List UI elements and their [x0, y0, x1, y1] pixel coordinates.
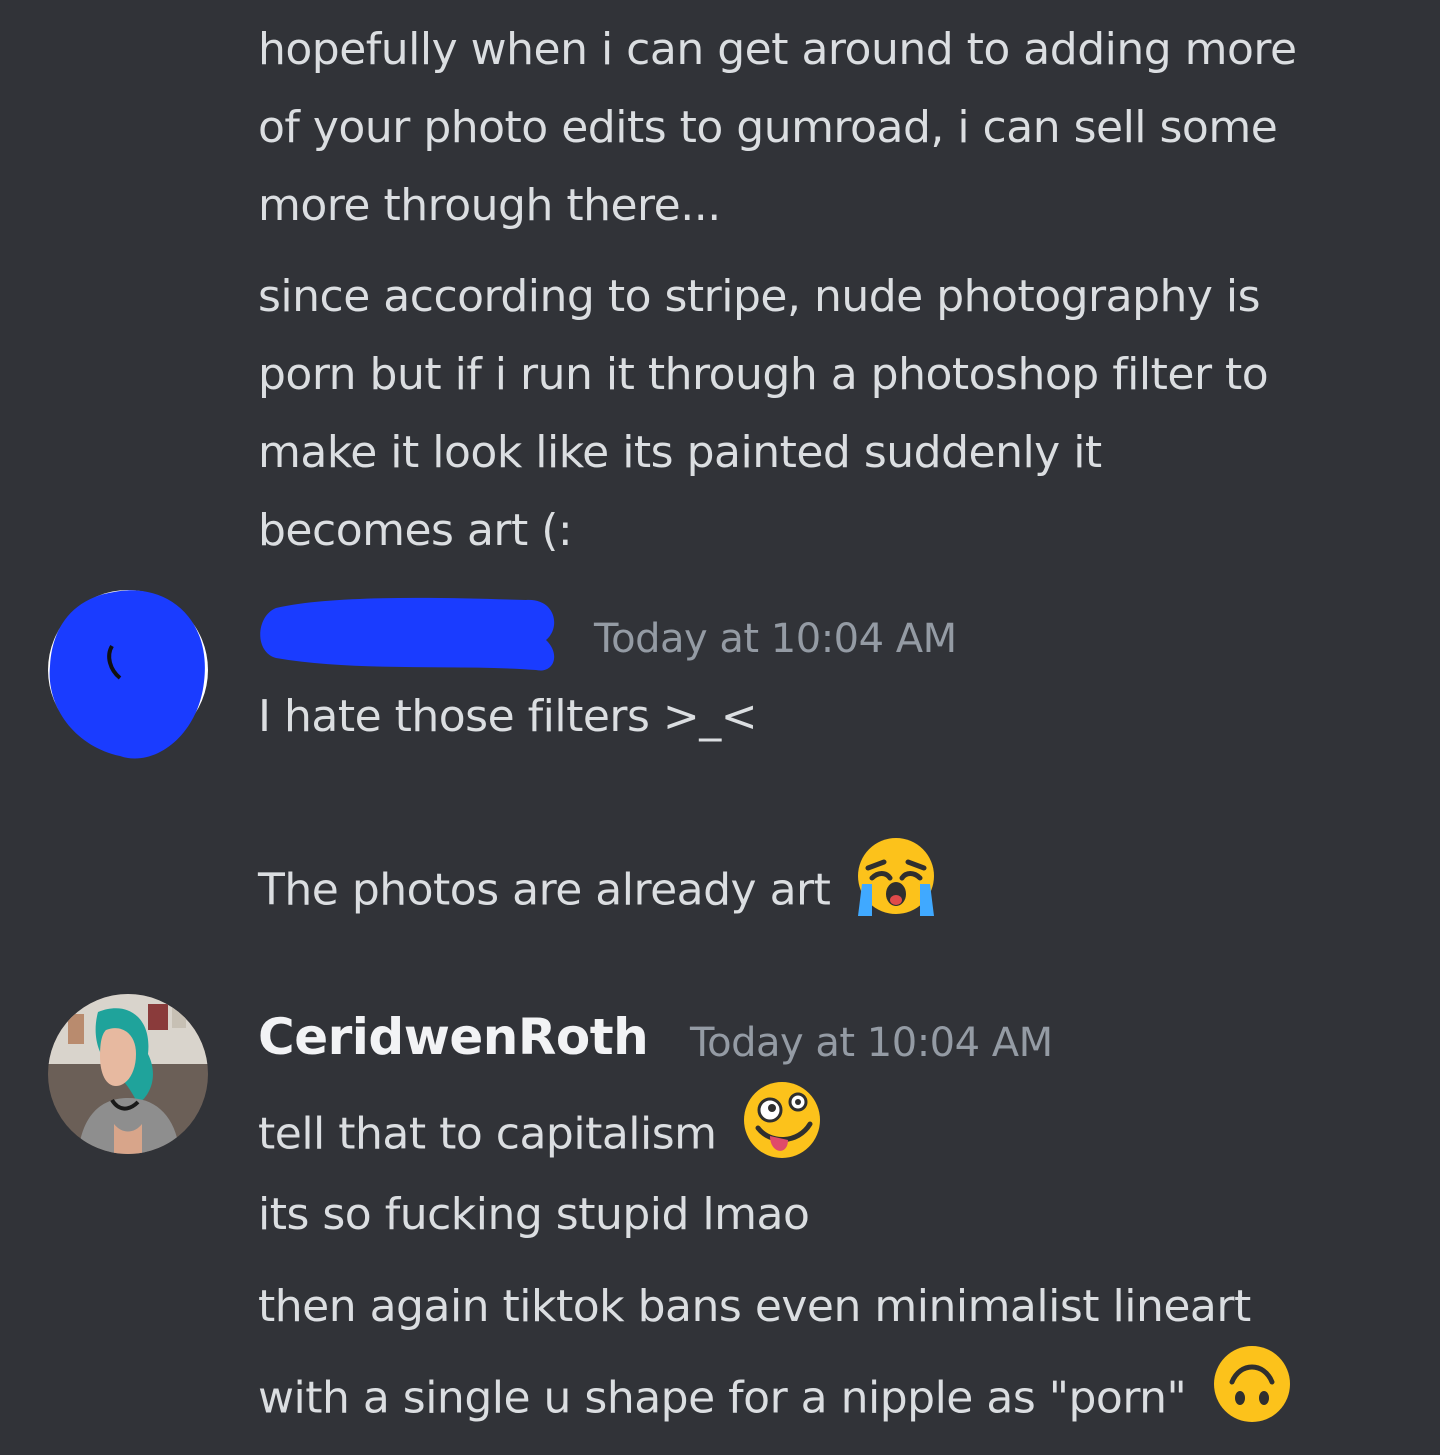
message-text: The photos are already art [258, 838, 938, 947]
message-text: with a single u shape for a nipple as "p… [258, 1346, 1294, 1455]
message-text-content: with a single u shape for a nipple as "p… [258, 1372, 1187, 1424]
message-text: since according to stripe, nude photogra… [258, 271, 1261, 322]
message-timestamp: Today at 10:04 AM [594, 616, 957, 662]
message-text: tell that to capitalism [258, 1082, 824, 1191]
message-text: its so fucking stupid lmao [258, 1189, 810, 1240]
message-text: becomes art (: [258, 505, 573, 556]
username-redacted[interactable] [256, 588, 566, 678]
avatar[interactable] [48, 994, 208, 1154]
avatar-redacted[interactable] [48, 590, 208, 759]
message-text: I hate those filters >_< [258, 691, 758, 742]
upside-down-face-emoji [1210, 1342, 1294, 1451]
message-text: make it look like its painted suddenly i… [258, 427, 1102, 478]
message-text: porn but if i run it through a photoshop… [258, 349, 1269, 400]
message-text: more through there... [258, 180, 721, 231]
message-timestamp: Today at 10:04 AM [690, 1020, 1053, 1066]
message-text: of your photo edits to gumroad, i can se… [258, 102, 1278, 153]
zany-face-emoji [740, 1078, 824, 1187]
message-text-content: The photos are already art [258, 864, 831, 916]
message-text: hopefully when i can get around to addin… [258, 24, 1297, 75]
loudly-crying-face-emoji [854, 834, 938, 943]
message-text-content: tell that to capitalism [258, 1108, 717, 1160]
message-text: then again tiktok bans even minimalist l… [258, 1281, 1251, 1332]
username[interactable]: CeridwenRoth [258, 1008, 649, 1066]
